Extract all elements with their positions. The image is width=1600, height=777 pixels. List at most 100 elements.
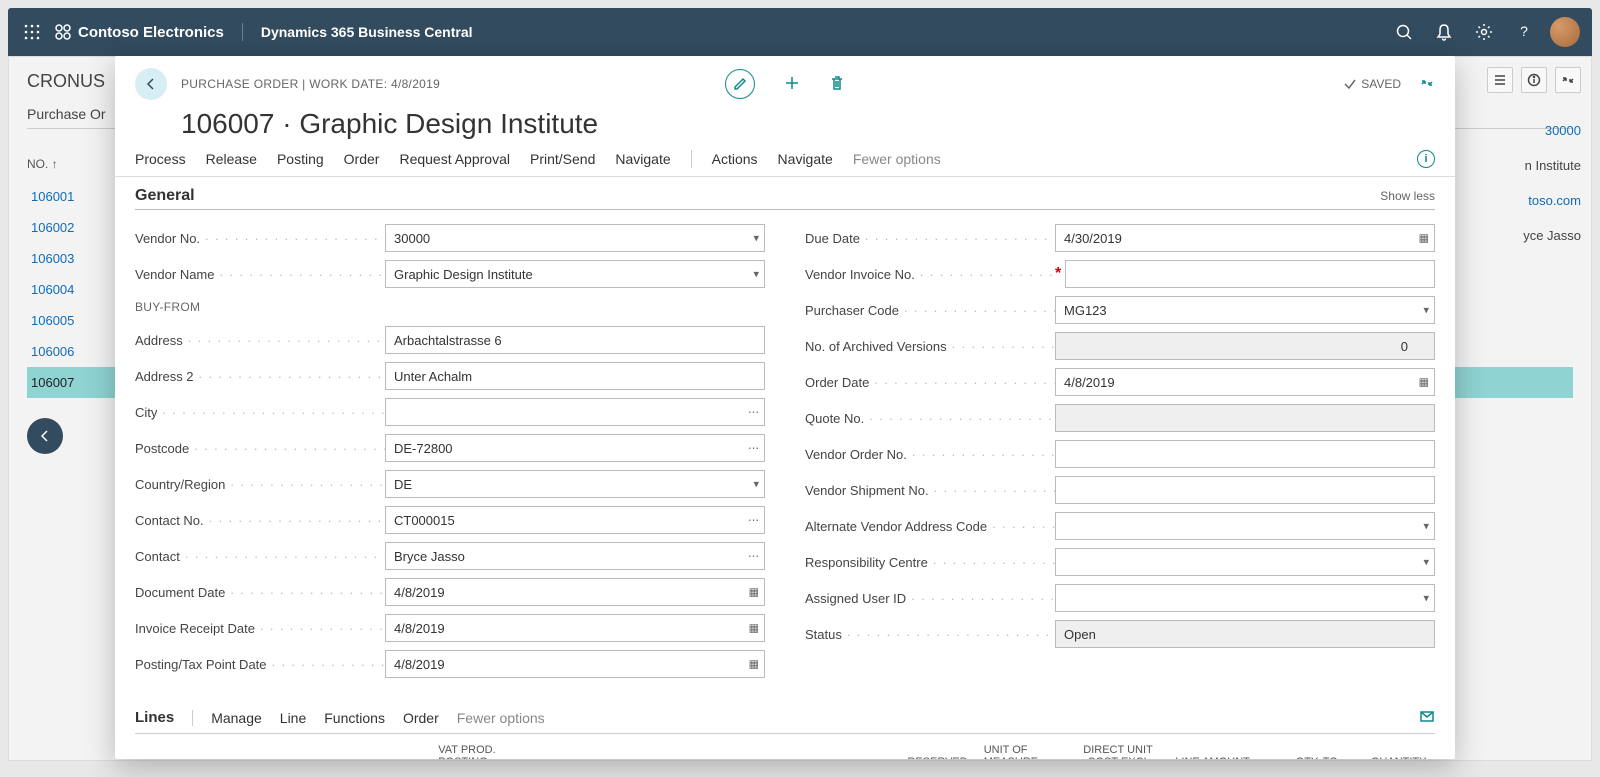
col-line-amount[interactable]: LINE AMOUNT EXCL. VAT bbox=[1161, 738, 1258, 759]
input-invoice-receipt-date[interactable] bbox=[385, 614, 765, 642]
page-info-icon[interactable]: i bbox=[1417, 150, 1435, 168]
input-due-date[interactable] bbox=[1055, 224, 1435, 252]
top-nav-bar: Contoso Electronics Dynamics 365 Busines… bbox=[8, 8, 1592, 56]
col-location-code[interactable]: LOCATION CODE bbox=[691, 738, 798, 759]
page-breadcrumb: PURCHASE ORDER | WORK DATE: 4/8/2019 bbox=[181, 77, 440, 91]
bg-list-icon[interactable] bbox=[1487, 67, 1513, 93]
col-qty-received[interactable]: QUANTITY RECEIVED bbox=[1346, 738, 1435, 759]
svg-text:?: ? bbox=[1520, 23, 1528, 39]
input-address[interactable] bbox=[385, 326, 765, 354]
menu-navigate-2[interactable]: Navigate bbox=[778, 151, 833, 167]
label-vendor-invoice-no: Vendor Invoice No. bbox=[805, 267, 1055, 282]
lines-section-header: Lines Manage Line Functions Order Fewer … bbox=[135, 708, 1435, 734]
label-due-date: Due Date bbox=[805, 231, 1055, 246]
bg-nav-collapse-button[interactable] bbox=[27, 418, 63, 454]
col-uom-code[interactable]: UNIT OF MEASURE CODE bbox=[976, 738, 1064, 759]
col-type[interactable]: TYPE bbox=[136, 738, 345, 759]
label-vendor-shipment-no: Vendor Shipment No. bbox=[805, 483, 1055, 498]
label-city: City bbox=[135, 405, 385, 420]
bg-collapse-icon[interactable] bbox=[1555, 67, 1581, 93]
show-less-link[interactable]: Show less bbox=[1380, 189, 1435, 203]
input-posting-date[interactable] bbox=[385, 650, 765, 678]
action-menu-row: Process Release Posting Order Request Ap… bbox=[115, 144, 1455, 177]
lines-title[interactable]: Lines bbox=[135, 709, 174, 726]
company-logo-icon bbox=[54, 23, 72, 41]
col-reserved-qty[interactable]: RESERVED QUANTITY bbox=[887, 738, 976, 759]
col-description[interactable]: DESCRIPTION bbox=[527, 738, 691, 759]
app-launcher-button[interactable] bbox=[20, 20, 44, 44]
menu-navigate[interactable]: Navigate bbox=[615, 151, 670, 167]
input-vendor-invoice-no[interactable] bbox=[1065, 260, 1435, 288]
lines-menu-functions[interactable]: Functions bbox=[324, 710, 385, 726]
label-address2: Address 2 bbox=[135, 369, 385, 384]
notifications-icon[interactable] bbox=[1424, 8, 1464, 56]
menu-print-send[interactable]: Print/Send bbox=[530, 151, 595, 167]
saved-indicator: SAVED bbox=[1343, 77, 1401, 91]
page-title: 106007 · Graphic Design Institute bbox=[181, 108, 1435, 140]
menu-request-approval[interactable]: Request Approval bbox=[399, 151, 510, 167]
input-assigned-user-id[interactable] bbox=[1055, 584, 1435, 612]
label-archived-versions: No. of Archived Versions bbox=[805, 339, 1055, 354]
delete-button[interactable] bbox=[829, 75, 845, 94]
menu-posting[interactable]: Posting bbox=[277, 151, 324, 167]
lines-expand-icon[interactable] bbox=[1419, 708, 1435, 727]
edit-button[interactable] bbox=[725, 69, 755, 99]
label-postcode: Postcode bbox=[135, 441, 385, 456]
input-order-date[interactable] bbox=[1055, 368, 1435, 396]
input-contact[interactable] bbox=[385, 542, 765, 570]
bg-factbox-contact: yce Jasso bbox=[1501, 218, 1581, 253]
input-document-date[interactable] bbox=[385, 578, 765, 606]
input-alternate-vendor-address[interactable] bbox=[1055, 512, 1435, 540]
input-vendor-no[interactable] bbox=[385, 224, 765, 252]
label-quote-no: Quote No. bbox=[805, 411, 1055, 426]
menu-actions[interactable]: Actions bbox=[712, 151, 758, 167]
lines-menu-line[interactable]: Line bbox=[280, 710, 306, 726]
col-no[interactable]: NO. bbox=[345, 738, 431, 759]
input-contact-no[interactable] bbox=[385, 506, 765, 534]
input-purchaser-code[interactable] bbox=[1055, 296, 1435, 324]
bg-factbox-link[interactable]: toso.com bbox=[1501, 183, 1581, 218]
section-general-title[interactable]: General bbox=[135, 187, 195, 205]
label-vendor-no: Vendor No. bbox=[135, 231, 385, 246]
label-contact: Contact bbox=[135, 549, 385, 564]
label-order-date: Order Date bbox=[805, 375, 1055, 390]
company-name-label: Contoso Electronics bbox=[78, 24, 224, 41]
menu-release[interactable]: Release bbox=[206, 151, 257, 167]
input-responsibility-centre[interactable] bbox=[1055, 548, 1435, 576]
input-vendor-order-no[interactable] bbox=[1055, 440, 1435, 468]
label-document-date: Document Date bbox=[135, 585, 385, 600]
col-quantity[interactable]: QUANTITY bbox=[798, 738, 887, 759]
label-assigned-user-id: Assigned User ID bbox=[805, 591, 1055, 606]
back-button[interactable] bbox=[135, 68, 167, 100]
lines-table: TYPE NO. VAT PROD. POSTING GROUP DESCRIP… bbox=[135, 738, 1435, 759]
user-avatar[interactable] bbox=[1550, 17, 1580, 47]
lines-menu-manage[interactable]: Manage bbox=[211, 710, 262, 726]
input-country[interactable] bbox=[385, 470, 765, 498]
settings-gear-icon[interactable] bbox=[1464, 8, 1504, 56]
input-vendor-shipment-no[interactable] bbox=[1055, 476, 1435, 504]
menu-order[interactable]: Order bbox=[344, 151, 380, 167]
lines-menu-order[interactable]: Order bbox=[403, 710, 439, 726]
col-vat-group[interactable]: VAT PROD. POSTING GROUP bbox=[430, 738, 527, 759]
expand-collapse-button[interactable] bbox=[1419, 75, 1435, 94]
search-icon[interactable] bbox=[1384, 8, 1424, 56]
bg-info-icon[interactable] bbox=[1521, 67, 1547, 93]
input-city[interactable] bbox=[385, 398, 765, 426]
required-asterisk-icon: * bbox=[1055, 265, 1061, 283]
bg-factbox-vendor-no[interactable]: 30000 bbox=[1501, 113, 1581, 148]
label-vendor-name: Vendor Name bbox=[135, 267, 385, 282]
check-icon bbox=[1343, 77, 1357, 91]
company-title[interactable]: Contoso Electronics bbox=[54, 23, 243, 41]
menu-process[interactable]: Process bbox=[135, 151, 186, 167]
label-purchaser-code: Purchaser Code bbox=[805, 303, 1055, 318]
input-postcode[interactable] bbox=[385, 434, 765, 462]
product-name-label[interactable]: Dynamics 365 Business Central bbox=[243, 24, 473, 40]
col-direct-unit-cost[interactable]: DIRECT UNIT COST EXCL. VAT bbox=[1064, 738, 1161, 759]
new-button[interactable] bbox=[783, 74, 801, 95]
help-icon[interactable]: ? bbox=[1504, 8, 1544, 56]
lines-fewer-options[interactable]: Fewer options bbox=[457, 710, 545, 726]
menu-fewer-options[interactable]: Fewer options bbox=[853, 151, 941, 167]
input-address2[interactable] bbox=[385, 362, 765, 390]
input-vendor-name[interactable] bbox=[385, 260, 765, 288]
col-qty-to-receive[interactable]: QTY. TO RECEIVE bbox=[1258, 738, 1346, 759]
